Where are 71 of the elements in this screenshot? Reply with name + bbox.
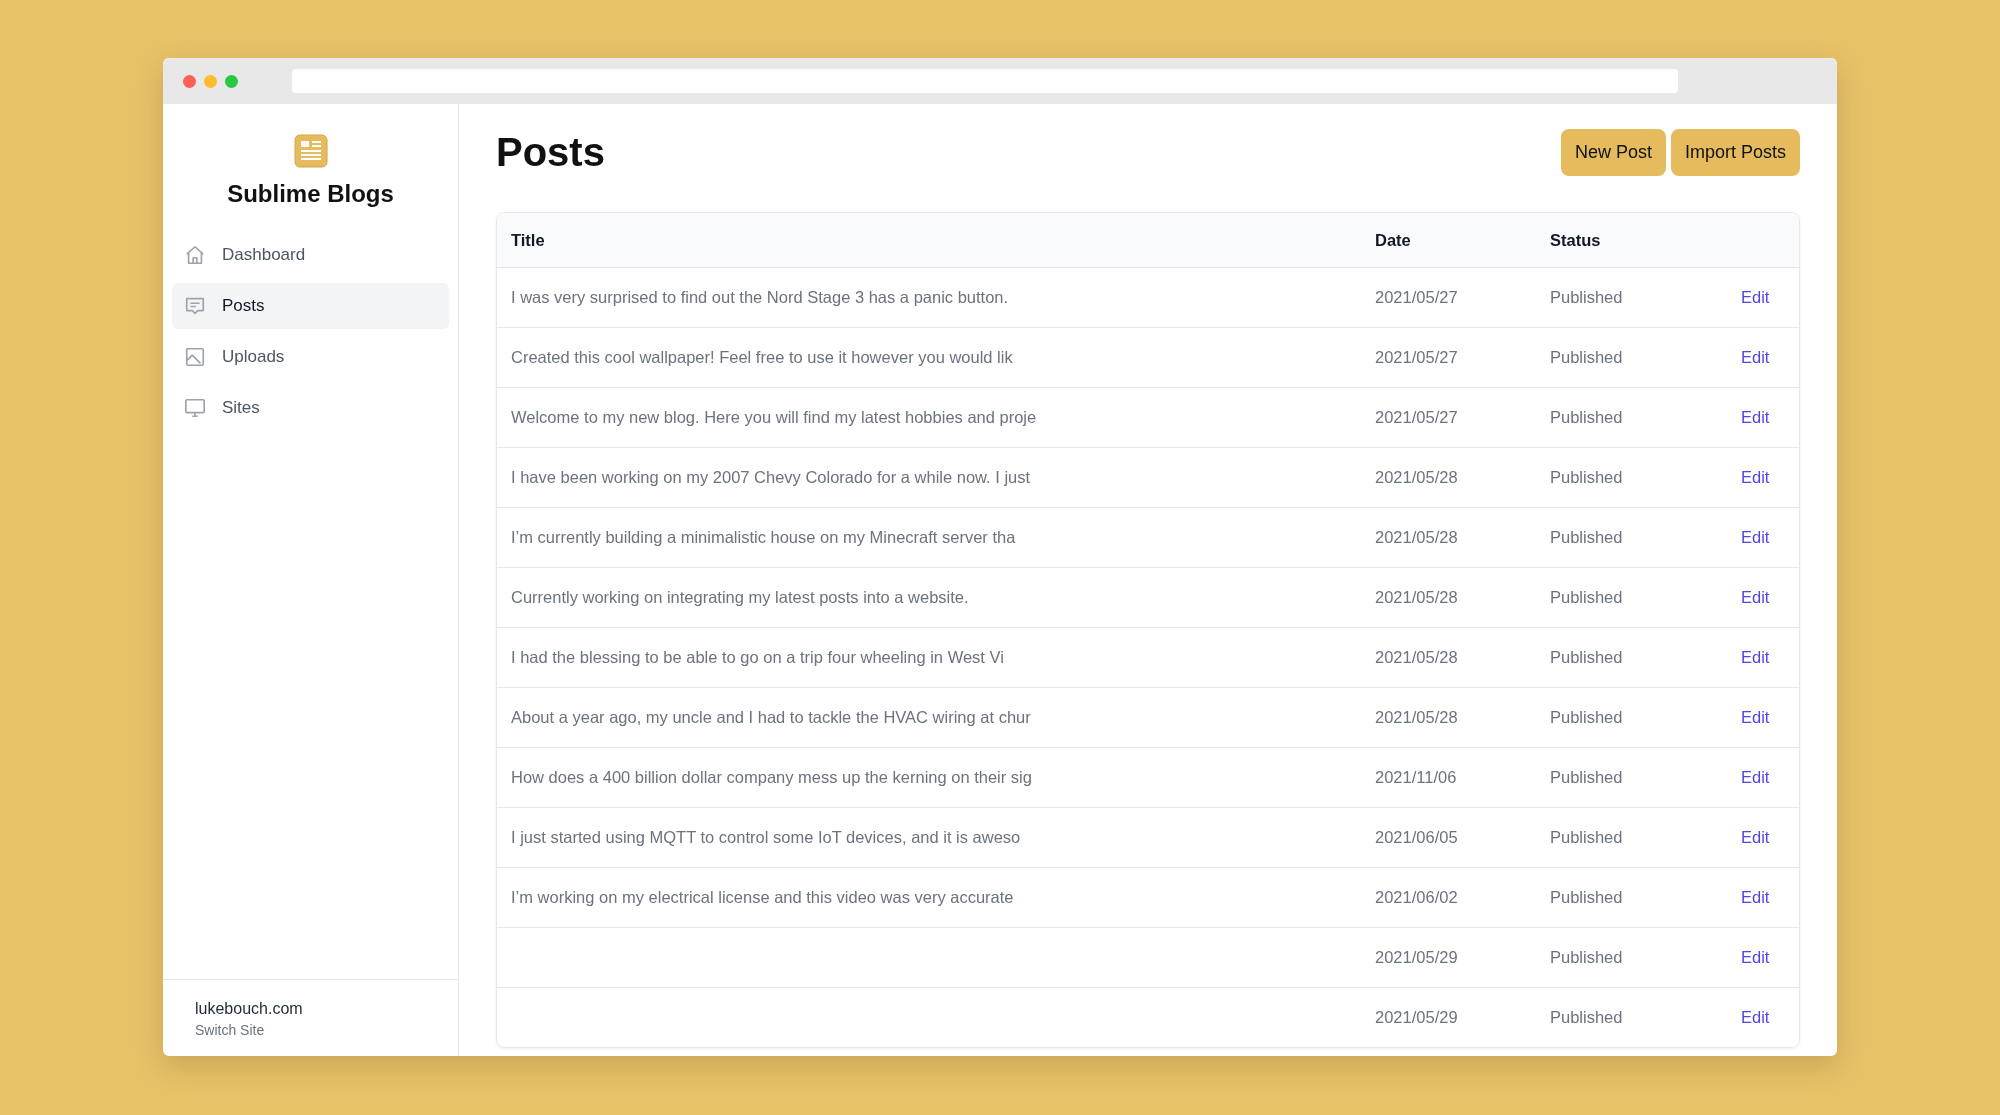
newspaper-icon bbox=[293, 134, 328, 168]
image-icon bbox=[184, 346, 206, 368]
edit-link[interactable]: Edit bbox=[1741, 468, 1799, 487]
status-cell-text: Published bbox=[1549, 1008, 1624, 1027]
status-cell-text: Published bbox=[1549, 768, 1624, 787]
date-cell-text: 2021/05/27 bbox=[1374, 348, 1459, 367]
edit-link[interactable]: Edit bbox=[1741, 828, 1799, 847]
post-title: I was very surprised to find out the Nord Stage 3 has a panic button. bbox=[510, 288, 1010, 307]
close-button[interactable] bbox=[183, 74, 196, 88]
post-title: I’m currently building a minimalistic house on my Minecraft server tha bbox=[510, 528, 1017, 547]
page-title: Posts bbox=[496, 129, 606, 175]
status-cell-text: Published bbox=[1549, 708, 1624, 727]
post-title: About a year ago, my uncle and I had to tackle the HVAC wiring at chur bbox=[510, 708, 1032, 727]
switch-site-link[interactable]: Switch Site bbox=[195, 1022, 426, 1038]
date-cell-text: 2021/05/28 bbox=[1374, 708, 1459, 727]
date-cell-text: 2021/05/28 bbox=[1374, 468, 1459, 487]
nav-item[interactable]: Uploads bbox=[172, 334, 449, 380]
post-title: I just started using MQTT to control some IoT devices, and it is aweso bbox=[510, 828, 1022, 847]
column-header: Title bbox=[510, 230, 546, 250]
edit-link[interactable]: Edit bbox=[1741, 768, 1799, 787]
edit-link[interactable]: Edit bbox=[1741, 948, 1799, 967]
date-cell-text: 2021/05/29 bbox=[1374, 948, 1459, 967]
edit-link[interactable]: Edit bbox=[1741, 708, 1799, 727]
edit-link[interactable]: Edit bbox=[1741, 288, 1799, 307]
action-button[interactable]: Import Posts bbox=[1670, 128, 1800, 176]
date-cell-text: 2021/05/27 bbox=[1374, 408, 1459, 427]
status-cell-text: Published bbox=[1549, 648, 1624, 667]
edit-link[interactable]: Edit bbox=[1741, 348, 1799, 367]
nav-item[interactable]: Sites bbox=[172, 385, 449, 431]
edit-link[interactable]: Edit bbox=[1741, 1008, 1799, 1027]
date-cell-text: 2021/05/28 bbox=[1374, 528, 1459, 547]
chat-icon bbox=[184, 295, 206, 317]
date-cell-text: 2021/05/27 bbox=[1374, 288, 1459, 307]
date-cell-text: 2021/05/28 bbox=[1374, 588, 1459, 607]
monitor-icon bbox=[184, 397, 206, 419]
post-title: I’m working on my electrical license and this video was very accurate bbox=[510, 888, 1015, 907]
edit-link[interactable]: Edit bbox=[1741, 588, 1799, 607]
date-cell-text: 2021/11/06 bbox=[1374, 768, 1458, 787]
minimize-button[interactable] bbox=[204, 74, 217, 88]
column-header: Date bbox=[1374, 230, 1412, 250]
maximize-button[interactable] bbox=[225, 74, 238, 88]
home-icon bbox=[184, 244, 206, 266]
status-cell-text: Published bbox=[1549, 348, 1624, 367]
edit-link[interactable]: Edit bbox=[1741, 888, 1799, 907]
edit-link[interactable]: Edit bbox=[1741, 528, 1799, 547]
status-cell-text: Published bbox=[1549, 528, 1624, 547]
date-cell-text: 2021/06/05 bbox=[1374, 828, 1459, 847]
nav-item[interactable]: Dashboard bbox=[172, 232, 449, 278]
status-cell-text: Published bbox=[1549, 288, 1624, 307]
status-cell-text: Published bbox=[1549, 888, 1624, 907]
date-cell-text: 2021/05/29 bbox=[1374, 1008, 1459, 1027]
post-title: I had the blessing to be able to go on a trip four wheeling in West Vi bbox=[510, 648, 1005, 667]
column-header: Status bbox=[1549, 230, 1602, 250]
app-title: Sublime Blogs bbox=[227, 180, 394, 208]
edit-link[interactable]: Edit bbox=[1741, 408, 1799, 427]
post-title: How does a 400 billion dollar company mess up the kerning on their sig bbox=[510, 768, 1033, 787]
post-title: Currently working on integrating my latest posts into a website. bbox=[510, 588, 970, 607]
date-cell-text: 2021/05/28 bbox=[1374, 648, 1459, 667]
action-button[interactable]: New Post bbox=[1560, 128, 1666, 176]
status-cell-text: Published bbox=[1549, 948, 1624, 967]
post-title: I have been working on my 2007 Chevy Colorado for a while now. I just bbox=[510, 468, 1032, 487]
nav-item[interactable]: Posts bbox=[172, 283, 449, 329]
date-cell-text: 2021/06/02 bbox=[1374, 888, 1459, 907]
status-cell-text: Published bbox=[1549, 828, 1624, 847]
post-title: Created this cool wallpaper! Feel free to use it however you would lik bbox=[510, 348, 1014, 367]
status-cell-text: Published bbox=[1549, 408, 1624, 427]
status-cell-text: Published bbox=[1549, 468, 1624, 487]
status-cell-text: Published bbox=[1549, 588, 1624, 607]
site-name: lukebouch.com bbox=[195, 1000, 304, 1018]
post-title: Welcome to my new blog. Here you will find my latest hobbies and proje bbox=[510, 408, 1038, 427]
edit-link[interactable]: Edit bbox=[1741, 648, 1799, 667]
